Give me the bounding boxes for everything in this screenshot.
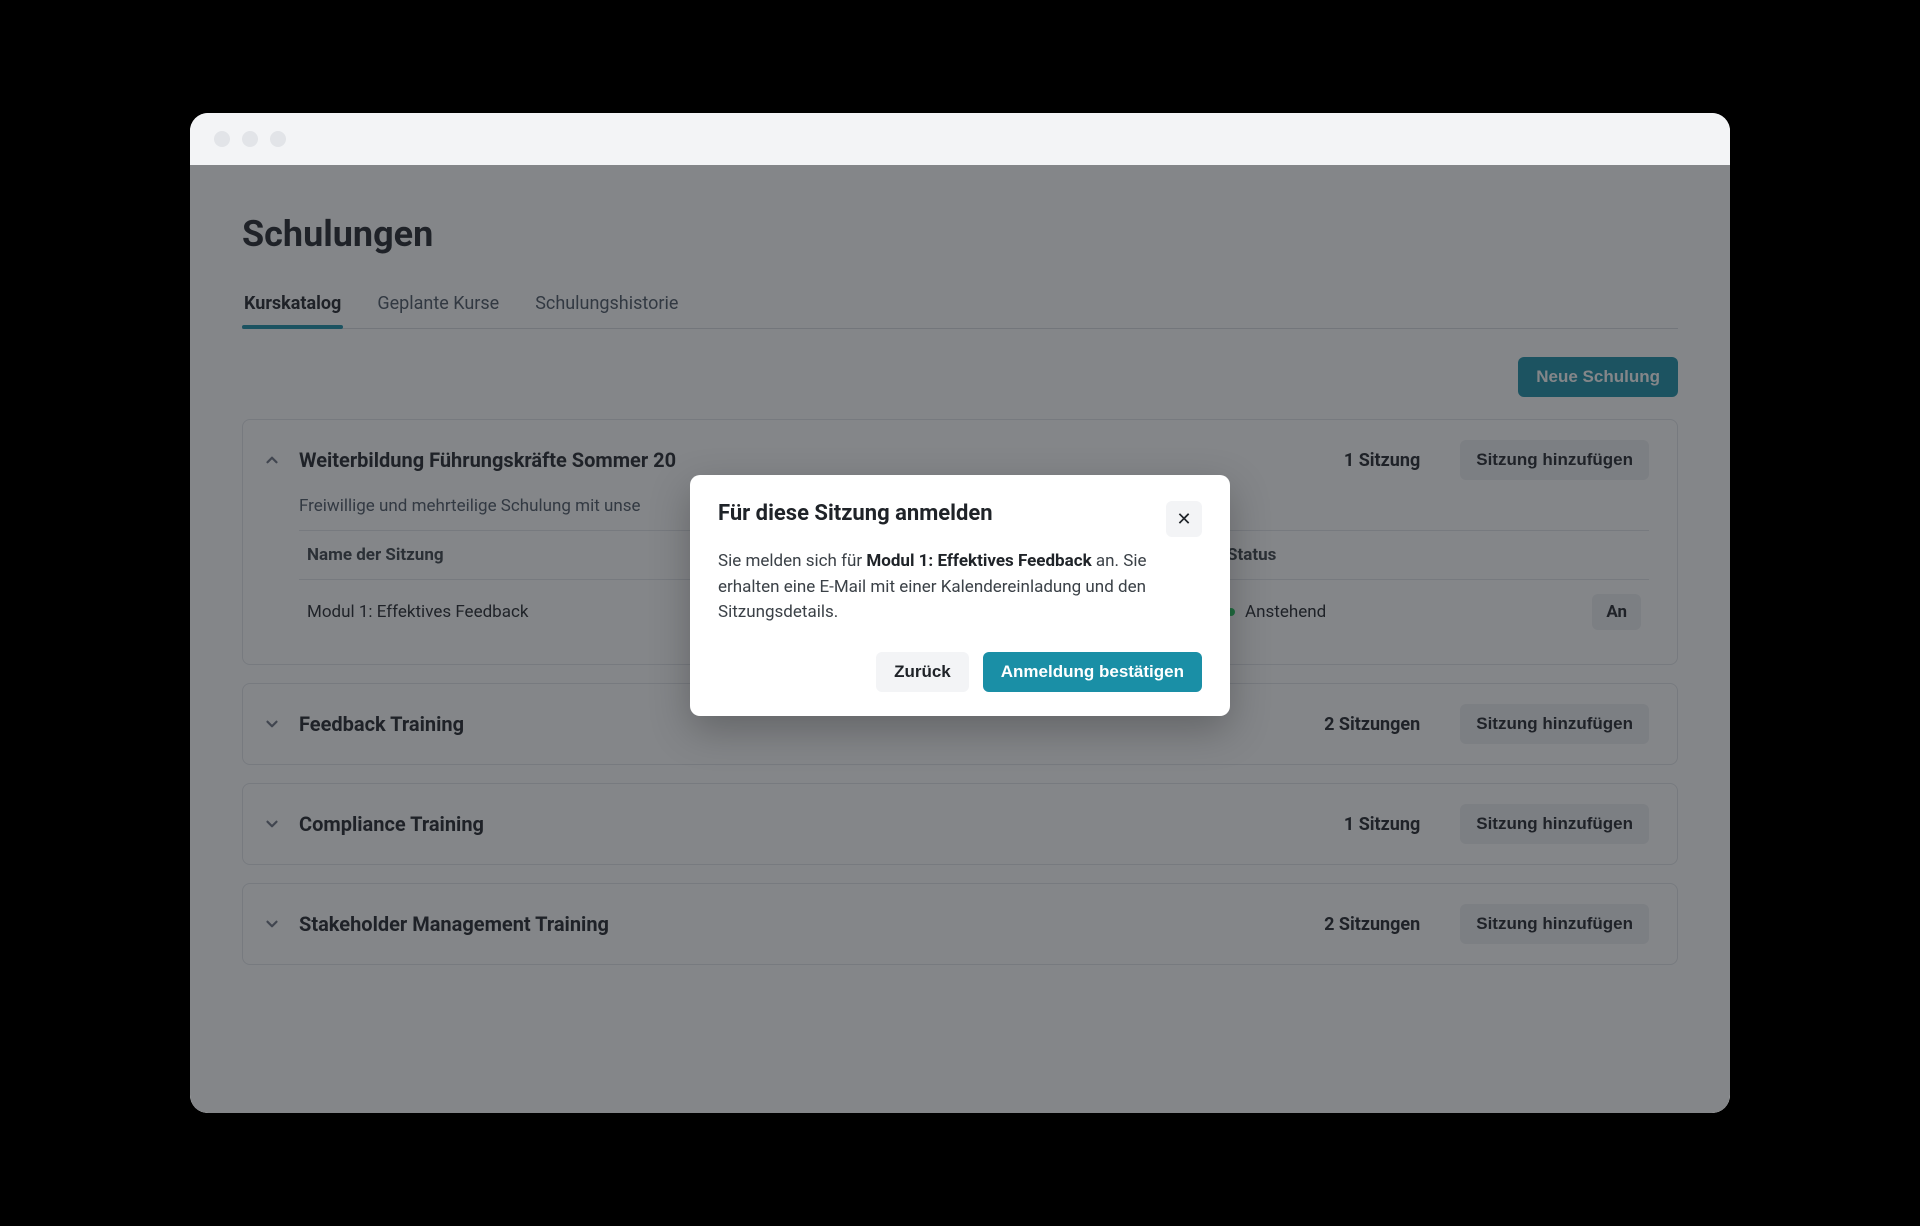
modal-actions: Zurück Anmeldung bestätigen [718,652,1202,692]
modal-title: Für diese Sitzung anmelden [718,501,993,526]
back-button[interactable]: Zurück [876,652,969,692]
modal-bold-name: Modul 1: Effektives Feedback [866,551,1091,571]
register-modal: Für diese Sitzung anmelden ✕ Sie melden … [690,475,1230,716]
app-viewport: Schulungen Kurskatalog Geplante Kurse Sc… [190,165,1730,1113]
close-icon: ✕ [1176,509,1191,530]
window-dot [270,131,286,147]
confirm-registration-button[interactable]: Anmeldung bestätigen [983,652,1202,692]
modal-body: Sie melden sich für Modul 1: Effektives … [718,549,1202,626]
close-button[interactable]: ✕ [1166,501,1202,537]
modal-text-prefix: Sie melden sich für [718,551,866,571]
modal-header: Für diese Sitzung anmelden ✕ [718,501,1202,537]
browser-frame: Schulungen Kurskatalog Geplante Kurse Sc… [190,113,1730,1113]
browser-title-bar [190,113,1730,165]
window-dot [214,131,230,147]
window-dot [242,131,258,147]
